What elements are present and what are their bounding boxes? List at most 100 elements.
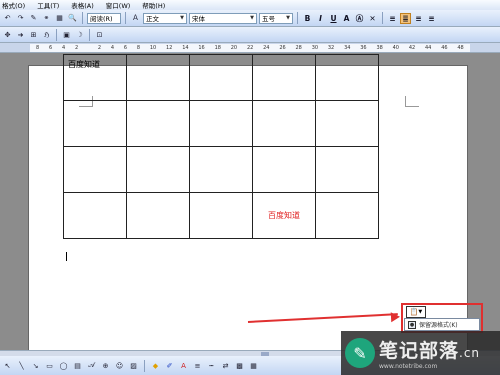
oval-icon[interactable]: ◯ [58, 360, 69, 371]
ruler-tick: 40 [392, 45, 399, 51]
table-cell[interactable] [126, 54, 190, 101]
image-icon[interactable]: ▨ [128, 360, 139, 371]
document-table[interactable]: 百度知道 百度知道 [63, 54, 379, 239]
toolbar-separator [297, 12, 298, 24]
clipart-icon[interactable]: ☺ [114, 360, 125, 371]
ruler-tick: 20 [230, 45, 238, 51]
line-icon[interactable]: ╲ [16, 360, 27, 371]
draw-select-icon[interactable]: ↖ [2, 360, 13, 371]
style-pane-icon[interactable]: Ａ [130, 13, 141, 24]
align-right-icon[interactable]: ≡ [426, 13, 437, 24]
table-cell[interactable] [252, 54, 316, 101]
table-cell[interactable] [189, 192, 253, 239]
ruler-tick: 2 [75, 45, 79, 51]
line-color-icon[interactable]: ✐ [164, 360, 175, 371]
shadow-icon[interactable]: ▩ [234, 360, 245, 371]
horizontal-ruler[interactable]: 8 6 4 2 2 4 6 8 10 12 14 16 18 20 22 24 26 28 30 32 34 36 38 40… [0, 43, 500, 53]
undo-icon[interactable]: ↶ [2, 13, 13, 24]
table-cell[interactable] [126, 100, 190, 147]
table-cell[interactable] [315, 146, 379, 193]
arrow-draw-icon[interactable]: ↘ [30, 360, 41, 371]
table-cell[interactable] [63, 146, 127, 193]
char-border-icon[interactable]: Ⓐ [354, 13, 365, 24]
table-cell[interactable]: 百度知道 [63, 54, 127, 101]
moon-icon[interactable]: ☽ [74, 29, 85, 40]
menu-bar: 格式(O) 工具(T) 表格(A) 窗口(W) 帮助(H) [0, 0, 500, 10]
picture-icon[interactable]: ▣ [61, 29, 72, 40]
align-center-icon[interactable]: ≡ [413, 13, 424, 24]
menu-tools[interactable]: 工具(T) [37, 0, 59, 10]
dash-style-icon[interactable]: ┅ [206, 360, 217, 371]
textbox-draw-icon[interactable]: ▤ [72, 360, 83, 371]
rectangle-icon[interactable]: ▭ [44, 360, 55, 371]
wordart-draw-icon[interactable]: 𝒜 [86, 360, 97, 371]
ruler-tick: 12 [166, 45, 173, 51]
font-select[interactable]: 宋体 ▼ [189, 12, 257, 24]
format-painter-icon[interactable]: ✎ [28, 13, 39, 24]
diagram-icon[interactable]: ⊞ [28, 29, 39, 40]
zoom-icon[interactable]: 🔍 [67, 13, 78, 24]
ruler-tick: 4 [110, 45, 114, 51]
ruler-tick: 32 [327, 45, 335, 51]
wordart-icon[interactable]: ℌ [41, 29, 52, 40]
menu-help[interactable]: 帮助(H) [142, 0, 165, 10]
ruler-tick: 44 [425, 45, 432, 51]
italic-button[interactable]: I [315, 13, 326, 24]
menu-format[interactable]: 格式(O) [2, 0, 25, 10]
ruler-tick: 22 [246, 45, 254, 51]
align-left-icon[interactable]: ≡ [387, 13, 398, 24]
site-watermark: ✎ 笔记部落.cn www.notetribe.com [341, 331, 500, 375]
ruler-tick: 46 [441, 45, 448, 51]
table-cell[interactable] [189, 54, 253, 101]
table-cell[interactable] [252, 146, 316, 193]
scale-icon[interactable]: ✕ [367, 13, 378, 24]
crop-mark [405, 96, 406, 106]
ruler-tick: 34 [344, 45, 351, 51]
style-select[interactable]: 正文 ▼ [143, 12, 187, 24]
table-row: 百度知道 [63, 192, 379, 239]
table-cell[interactable] [315, 54, 379, 101]
ruler-tick: 38 [376, 45, 383, 51]
menu-table[interactable]: 表格(A) [71, 0, 94, 10]
ruler-scale: 8 6 4 2 2 4 6 8 10 12 14 16 18 20 22 24 26 28 30 32 34 36 38 40… [30, 44, 470, 52]
pen-logo-icon: ✎ [345, 338, 375, 368]
arrow-icon[interactable]: ➜ [15, 29, 26, 40]
read-mode-button[interactable]: 阅读(R) [87, 12, 121, 24]
table-cell[interactable] [63, 100, 127, 147]
ruler-tick: 18 [214, 45, 221, 51]
table-cell[interactable]: 百度知道 [252, 192, 316, 239]
font-size-select[interactable]: 五号 ▼ [259, 12, 293, 24]
toolbar-separator [144, 359, 145, 372]
ruler-tick: 24 [263, 45, 270, 51]
menu-window[interactable]: 窗口(W) [106, 0, 131, 10]
table-cell[interactable] [252, 100, 316, 147]
font-color-icon[interactable]: A [178, 360, 189, 371]
underline-button[interactable]: U [328, 13, 339, 24]
toolbar-separator [382, 12, 383, 24]
textbox-icon[interactable]: ⊡ [94, 29, 105, 40]
diagram-draw-icon[interactable]: ⊕ [100, 360, 111, 371]
3d-icon[interactable]: ▦ [248, 360, 259, 371]
ruler-tick: 30 [311, 45, 319, 51]
ruler-tick: 36 [360, 45, 367, 51]
arrow-style-icon[interactable]: ⇄ [220, 360, 231, 371]
line-style-icon[interactable]: ≡ [192, 360, 203, 371]
table-cell[interactable] [63, 192, 127, 239]
chevron-down-icon: ▼ [180, 15, 184, 21]
chevron-down-icon: ▼ [250, 15, 254, 21]
outline-icon[interactable]: ✥ [2, 29, 13, 40]
table-cell[interactable] [126, 192, 190, 239]
table-cell[interactable] [315, 100, 379, 147]
hyperlink-icon[interactable]: ⚭ [41, 13, 52, 24]
align-justify-icon[interactable]: ≣ [400, 12, 411, 24]
table-cell[interactable] [189, 146, 253, 193]
table-cell[interactable] [126, 146, 190, 193]
table-cell[interactable] [315, 192, 379, 239]
table-icon[interactable]: ▦ [54, 13, 65, 24]
fill-color-icon[interactable]: ◆ [150, 360, 161, 371]
ruler-tick: 26 [279, 45, 286, 51]
redo-icon[interactable]: ↷ [15, 13, 26, 24]
font-color-button[interactable]: A [341, 13, 352, 24]
bold-button[interactable]: B [302, 13, 313, 24]
table-cell[interactable] [189, 100, 253, 147]
